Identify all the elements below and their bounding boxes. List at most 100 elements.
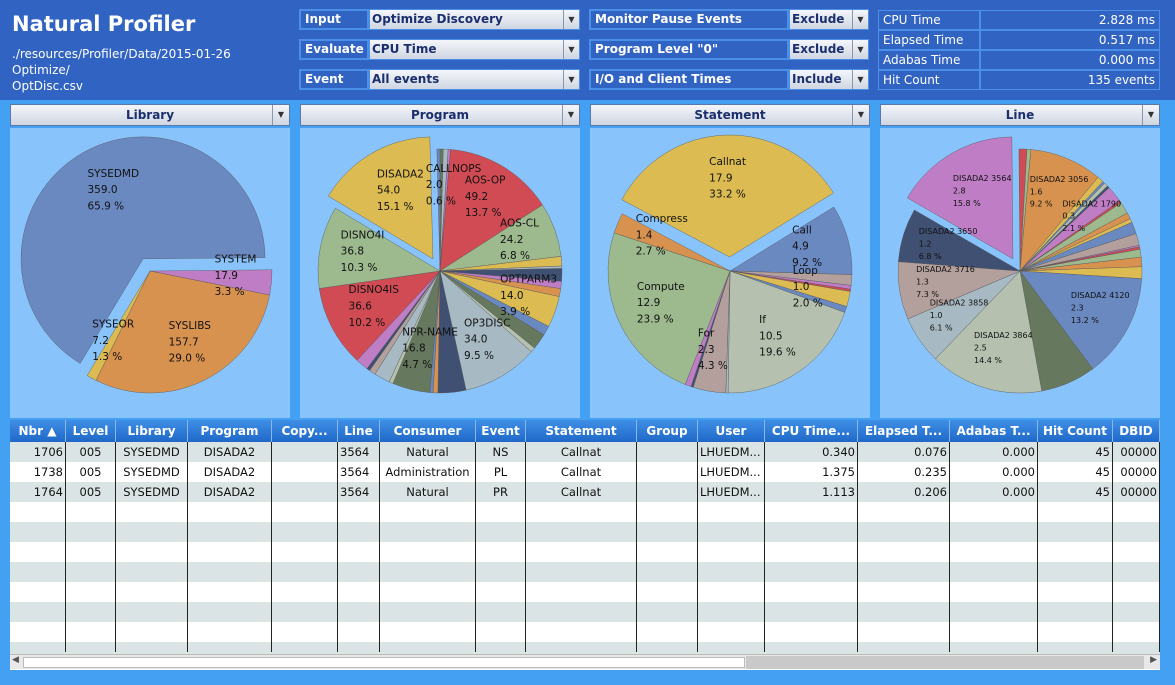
column-divider: [337, 442, 338, 652]
slice-value: 36.6: [349, 301, 373, 313]
column-divider: [379, 442, 380, 652]
slice-value: 2.5: [974, 343, 987, 352]
table-row[interactable]: 1738 005 SYSEDMD DISADA2 3564 Administration P…: [10, 462, 1160, 482]
slice-pct: 9.5 %: [464, 350, 494, 362]
dropdown-value: Optimize Discovery: [372, 12, 503, 26]
control-dropdown[interactable]: Include ▼: [789, 69, 869, 90]
chart-selector-statement[interactable]: Statement ▼: [590, 104, 870, 126]
column-header[interactable]: CPU Time...: [765, 420, 858, 442]
slice-pct: 14.4 %: [974, 356, 1002, 365]
column-divider: [949, 442, 950, 652]
slice-value: 1.4: [636, 229, 653, 241]
chart-selector-line[interactable]: Line ▼: [880, 104, 1160, 126]
column-header[interactable]: Group: [637, 420, 698, 442]
slice-label: AOS-CL: [500, 218, 539, 230]
slice-value: 0.3: [1062, 212, 1075, 221]
table-cell: 0.076: [858, 442, 950, 462]
control-dropdown[interactable]: All events ▼: [369, 69, 580, 90]
chevron-down-icon[interactable]: ▼: [852, 70, 868, 89]
pie-chart-program: DISADA2 54.0 15.1 % CALLNOPS 2.0 0.6 % AOS-OP 4…: [300, 128, 580, 418]
slice-label: AOS-OP: [465, 175, 506, 187]
control-label: Input: [299, 9, 369, 30]
chevron-down-icon[interactable]: ▼: [272, 105, 289, 125]
chevron-down-icon[interactable]: ▼: [563, 70, 579, 89]
file-path: ./resources/Profiler/Data/2015-01-26 Opt…: [12, 47, 231, 93]
chart-selector-library[interactable]: Library ▼: [10, 104, 290, 126]
column-header[interactable]: Consumer: [380, 420, 476, 442]
empty-row: [10, 522, 1160, 542]
table-cell: 1764: [10, 482, 66, 502]
column-header[interactable]: User: [698, 420, 765, 442]
column-header[interactable]: Line: [338, 420, 380, 442]
chart-selector-program[interactable]: Program ▼: [300, 104, 580, 126]
table-header: Nbr ▲ Level Library Program Copy... Line Consu…: [10, 420, 1160, 442]
table-cell: LHUEDM...: [698, 482, 765, 502]
column-header[interactable]: DBID: [1113, 420, 1160, 442]
table-cell: 00000: [1113, 442, 1160, 462]
horizontal-scrollbar[interactable]: ◀ ▶: [10, 654, 1160, 669]
empty-row: [10, 582, 1160, 602]
column-header[interactable]: Hit Count: [1038, 420, 1113, 442]
slice-value: 2.3: [1071, 304, 1084, 313]
slice-pct: 19.6 %: [759, 347, 796, 359]
slice-value: 1.2: [919, 239, 932, 248]
column-header[interactable]: Statement: [526, 420, 637, 442]
chevron-down-icon[interactable]: ▼: [852, 40, 868, 59]
column-divider: [1112, 442, 1113, 652]
slice-pct: 65.9 %: [87, 200, 124, 212]
column-header[interactable]: Library: [116, 420, 188, 442]
pie-chart-line: DISADA2 3564 2.8 15.8 % DISADA2 3056 1.6 9.2 …: [880, 128, 1160, 418]
column-divider: [187, 442, 188, 652]
slice-pct: 3.9 %: [500, 306, 530, 318]
column-header[interactable]: Event: [476, 420, 526, 442]
slice-pct: 33.2 %: [709, 189, 746, 201]
table-cell: 1.113: [765, 482, 858, 502]
slice-pct: 1.3 %: [92, 351, 122, 363]
slice-value: 12.9: [637, 297, 660, 309]
slice-pct: 10.2 %: [349, 317, 386, 329]
chevron-down-icon[interactable]: ▼: [852, 105, 869, 125]
empty-row: [10, 622, 1160, 642]
control-label: Program Level "0": [589, 39, 789, 60]
chevron-down-icon[interactable]: ▼: [562, 105, 579, 125]
column-header[interactable]: Program: [188, 420, 272, 442]
chart-title: Line: [1005, 108, 1035, 122]
table-row[interactable]: 1706 005 SYSEDMD DISADA2 3564 Natural NS Callna…: [10, 442, 1160, 462]
control-dropdown[interactable]: Exclude ▼: [789, 39, 869, 60]
table-cell: 1706: [10, 442, 66, 462]
scroll-right-icon[interactable]: ▶: [1150, 655, 1157, 665]
column-header[interactable]: Level: [66, 420, 116, 442]
scroll-left-icon[interactable]: ◀: [12, 655, 19, 665]
column-header[interactable]: Nbr ▲: [10, 420, 66, 442]
control-dropdown[interactable]: CPU Time ▼: [369, 39, 580, 60]
column-divider: [271, 442, 272, 652]
table-cell: PR: [476, 482, 526, 502]
slice-pct: 7.3 %: [916, 290, 939, 299]
chevron-down-icon[interactable]: ▼: [563, 10, 579, 29]
control-dropdown[interactable]: Optimize Discovery ▼: [369, 9, 580, 30]
table-cell: 1738: [10, 462, 66, 482]
control-label: I/O and Client Times: [589, 69, 789, 90]
column-divider: [475, 442, 476, 652]
control-dropdown[interactable]: Exclude ▼: [789, 9, 869, 30]
column-header[interactable]: Copy...: [272, 420, 338, 442]
slice-pct: 15.8 %: [953, 199, 981, 208]
slice-label: Call: [792, 224, 812, 236]
scroll-thumb-right-track: [746, 656, 1144, 669]
chevron-down-icon[interactable]: ▼: [852, 10, 868, 29]
column-header[interactable]: Elapsed T...: [858, 420, 950, 442]
chevron-down-icon[interactable]: ▼: [1142, 105, 1159, 125]
empty-row: [10, 602, 1160, 622]
scroll-thumb[interactable]: [23, 657, 745, 668]
column-divider: [697, 442, 698, 652]
table-cell: 45: [1038, 462, 1113, 482]
pie-chart-statement: Callnat 17.9 33.2 % Call 4.9 9.2 % Loop 1.0 2.0 …: [590, 128, 870, 418]
slice-value: 14.0: [500, 290, 523, 302]
slice-pct: 2.1 %: [1062, 224, 1085, 233]
column-divider: [857, 442, 858, 652]
chevron-down-icon[interactable]: ▼: [563, 40, 579, 59]
table-cell: 005: [66, 442, 116, 462]
column-header[interactable]: Adabas T...: [950, 420, 1038, 442]
table-row[interactable]: 1764 005 SYSEDMD DISADA2 3564 Natural PR Callna…: [10, 482, 1160, 502]
slice-value: 17.9: [215, 270, 238, 282]
